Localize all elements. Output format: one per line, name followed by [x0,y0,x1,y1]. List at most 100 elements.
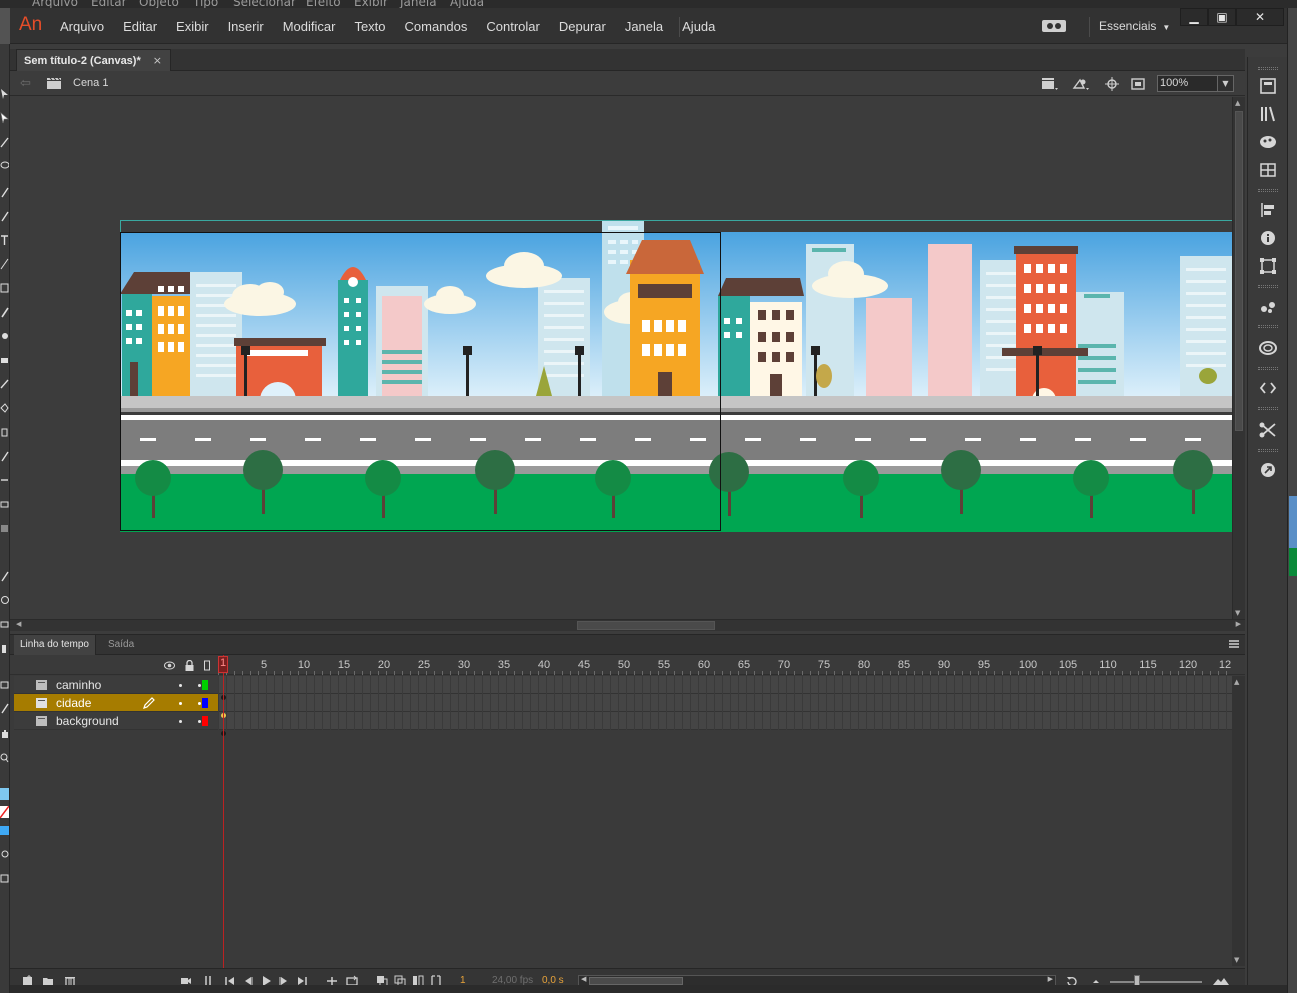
no-color-icon[interactable] [0,806,9,818]
bar-tool-icon[interactable] [0,642,9,654]
dock-grip[interactable] [1258,407,1278,410]
scroll-right-icon[interactable]: ▶ [1048,975,1053,983]
paint-brush-tool-icon[interactable] [0,330,9,342]
polystar-tool-icon[interactable] [0,678,9,690]
motion-editor-panel-icon[interactable] [1258,421,1278,439]
scrollbar-thumb[interactable] [577,621,715,630]
stage-vertical-scrollbar[interactable]: ▲ ▼ [1232,97,1245,619]
zoom-dropdown-button[interactable]: ▼ [1217,75,1234,92]
ink-bottle-tool-icon[interactable] [0,426,9,438]
info-panel-icon[interactable] [1258,229,1278,247]
pencil-tool-icon[interactable] [0,306,9,318]
color-panel-icon[interactable] [1258,133,1278,151]
gradient-tool-icon[interactable] [0,522,9,534]
asset-warp-tool-icon[interactable] [0,570,9,582]
scene-name[interactable]: Cena 1 [73,77,108,89]
menu-ajuda[interactable]: Ajuda [682,19,715,34]
sync-settings-icon[interactable] [1041,19,1067,33]
layer-color-swatch[interactable] [202,680,208,690]
swatches-panel-icon[interactable] [1258,161,1278,179]
stage-canvas[interactable] [120,220,1232,532]
subselection-tool-icon[interactable] [0,112,9,124]
3d-rotation-tool-icon[interactable] [0,594,9,606]
dock-grip[interactable] [1258,325,1278,328]
snap-icon[interactable] [0,848,9,860]
properties-panel-icon[interactable] [1258,77,1278,95]
menu-texto[interactable]: Texto [354,19,385,34]
lock-icon[interactable] [184,659,195,671]
workspace-switcher[interactable]: Essenciais ▼ [1099,19,1170,33]
back-arrow-icon[interactable]: ⇦ [20,76,31,91]
assets-panel-icon[interactable] [1258,461,1278,479]
layer-color-swatch[interactable] [202,716,208,726]
zoom-tool-icon[interactable] [0,752,9,764]
panel-menu-icon[interactable] [1229,640,1239,648]
scrollbar-thumb[interactable] [1235,111,1243,431]
code-snippets-panel-icon[interactable] [1258,379,1278,397]
line-tool-icon[interactable] [0,258,9,270]
hand-tool-icon[interactable] [0,728,9,740]
width-tool-icon[interactable] [0,474,9,486]
menu-janela[interactable]: Janela [625,19,663,34]
align-panel-icon[interactable] [1258,201,1278,219]
outline-icon[interactable] [202,660,213,671]
lasso-tool-icon[interactable] [0,160,9,172]
dock-grip[interactable] [1258,189,1278,192]
library-panel-icon[interactable] [1258,105,1278,123]
scroll-down-icon[interactable]: ▼ [1235,609,1240,617]
scroll-left-icon[interactable]: ◀ [16,620,21,628]
cc-libraries-panel-icon[interactable] [1258,339,1278,357]
scroll-up-icon[interactable]: ▲ [1235,99,1240,107]
timeline-zoom-slider[interactable] [1110,981,1202,983]
tab-timeline[interactable]: Linha do tempo [14,635,96,655]
playhead-line[interactable] [223,655,224,968]
dock-grip[interactable] [1258,367,1278,370]
menu-editar[interactable]: Editar [123,19,157,34]
pasteboard[interactable] [10,97,1232,619]
layer-row-caminho[interactable]: caminho [14,676,218,694]
menu-modificar[interactable]: Modificar [283,19,336,34]
tab-output[interactable]: Saída [102,635,140,655]
dock-grip[interactable] [1258,449,1278,452]
menu-arquivo[interactable]: Arquivo [60,19,104,34]
scroll-down-icon[interactable]: ▼ [1234,956,1239,964]
fill-color-icon[interactable] [0,824,9,836]
pen-tool-icon[interactable] [0,186,9,198]
deco-tool-icon[interactable] [0,618,9,630]
maximize-button[interactable]: ▣ [1208,8,1236,26]
stroke-color-icon[interactable] [0,788,9,800]
scroll-right-icon[interactable]: ▶ [1236,620,1241,628]
frame-ruler[interactable]: 5 10 15 20 25 30 35 40 45 50 55 60 65 70… [218,655,1232,675]
edit-symbols-icon[interactable] [1072,76,1090,92]
zoom-field[interactable]: 100% [1157,75,1221,92]
layer-row-cidade[interactable]: cidade [14,694,218,712]
dock-grip[interactable] [1258,67,1278,70]
free-transform-tool-icon[interactable] [0,136,9,148]
center-stage-icon[interactable] [1103,76,1121,92]
scrollbar-thumb[interactable] [589,977,683,985]
paint-bucket-tool-icon[interactable] [0,402,9,414]
close-tab-icon[interactable]: × [153,54,162,67]
visibility-dot[interactable] [179,720,182,723]
frames-grid[interactable] [218,676,1232,730]
camera-tool-icon[interactable] [0,498,9,510]
layer-row-background[interactable]: background [14,712,218,730]
close-window-button[interactable]: ✕ [1236,8,1284,26]
text-tool-icon[interactable] [0,234,9,246]
menu-exibir[interactable]: Exibir [176,19,209,34]
scroll-left-icon[interactable]: ◀ [581,975,586,983]
visibility-dot[interactable] [179,684,182,687]
menu-inserir[interactable]: Inserir [228,19,264,34]
rectangle-tool-icon[interactable] [0,282,9,294]
menu-controlar[interactable]: Controlar [486,19,539,34]
brush-tool-icon[interactable] [0,210,9,222]
visibility-dot[interactable] [179,702,182,705]
frames-empty-area[interactable] [218,730,1232,966]
lock-dot[interactable] [198,720,201,723]
eye-icon[interactable] [164,660,175,671]
document-tab[interactable]: Sem título-2 (Canvas)* × [16,49,171,71]
bone-tool-icon[interactable] [0,378,9,390]
stage-horizontal-scrollbar[interactable]: ◀ ▶ [10,619,1245,631]
eraser-tool-icon[interactable] [0,354,9,366]
clip-content-icon[interactable] [1129,76,1147,92]
